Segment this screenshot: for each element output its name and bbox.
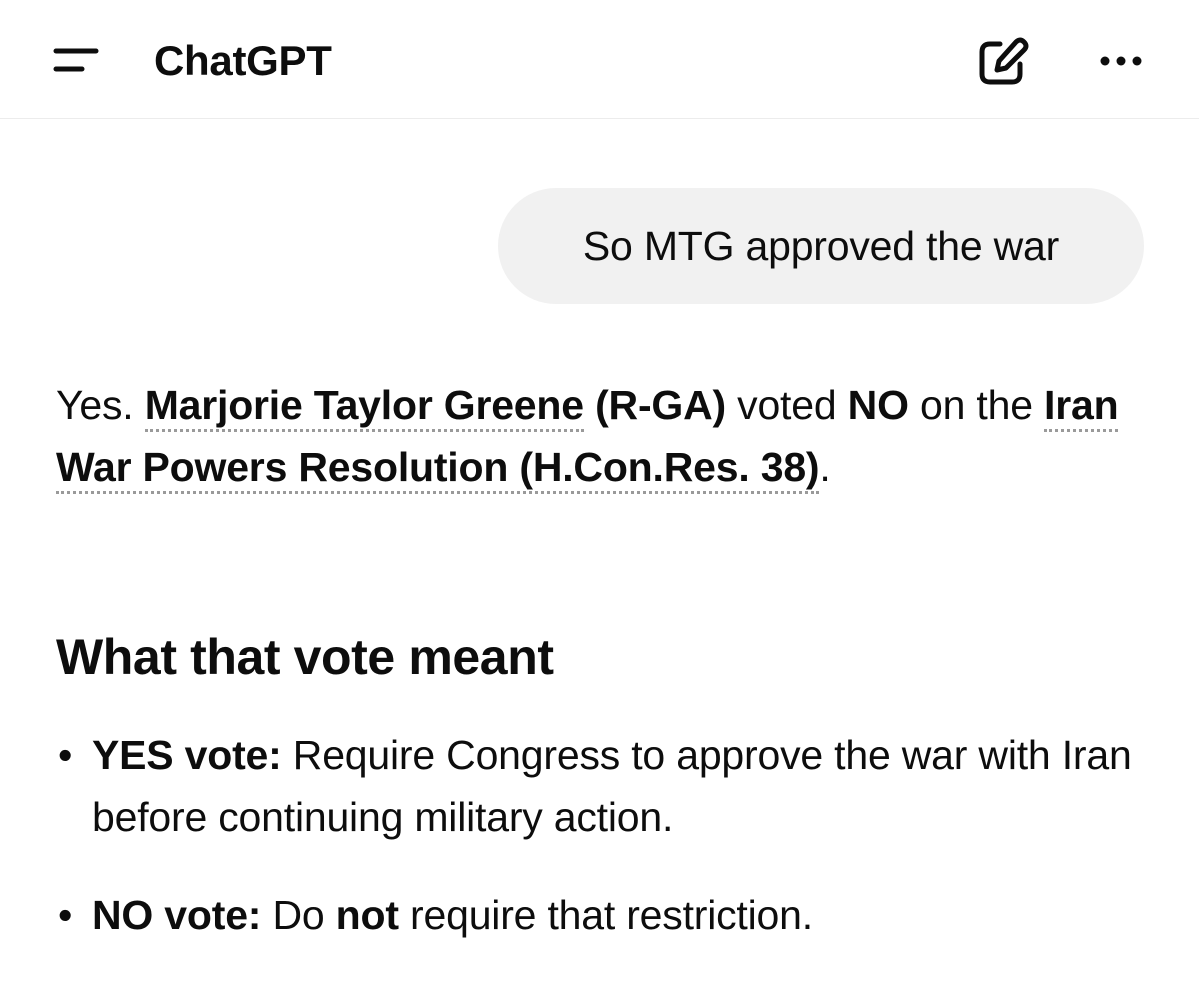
bullet-emphasis: not [335, 892, 399, 938]
answer-party: (R-GA) [595, 382, 726, 428]
bullet-label: NO vote: [92, 892, 262, 938]
more-options-icon[interactable] [1092, 40, 1152, 82]
vote-meaning-list: • YES vote: Require Congress to approve … [56, 724, 1166, 982]
sidebar-menu-icon[interactable] [44, 36, 108, 86]
answer-on: on [919, 382, 966, 428]
answer-voted: voted [737, 382, 837, 428]
answer-period: . [819, 444, 831, 490]
bullet-text: require that restriction. [410, 892, 813, 938]
citation-link-mtg[interactable]: Marjorie Taylor Greene [144, 382, 584, 432]
answer-no: NO [847, 382, 909, 428]
answer-yes: Yes. [56, 382, 134, 428]
assistant-answer-paragraph: Yes. Marjorie Taylor Greene (R-GA) voted… [56, 374, 1156, 498]
bullet-text: Do [272, 892, 325, 938]
list-item: • NO vote: Do not require that restricti… [56, 884, 1166, 946]
list-item: • YES vote: Require Congress to approve … [56, 724, 1166, 848]
bullet-label: YES vote: [92, 732, 282, 778]
app-title: ChatGPT [154, 37, 332, 84]
user-message-text: So MTG approved the war [582, 222, 1060, 269]
bullet-icon: • [58, 732, 73, 778]
top-bar: ChatGPT [0, 0, 1199, 119]
user-message-bubble: So MTG approved the war [498, 188, 1144, 304]
answer-the: the [976, 382, 1033, 428]
bullet-icon: • [58, 892, 73, 938]
section-heading: What that vote meant [56, 629, 554, 685]
new-chat-edit-icon[interactable] [972, 36, 1032, 90]
